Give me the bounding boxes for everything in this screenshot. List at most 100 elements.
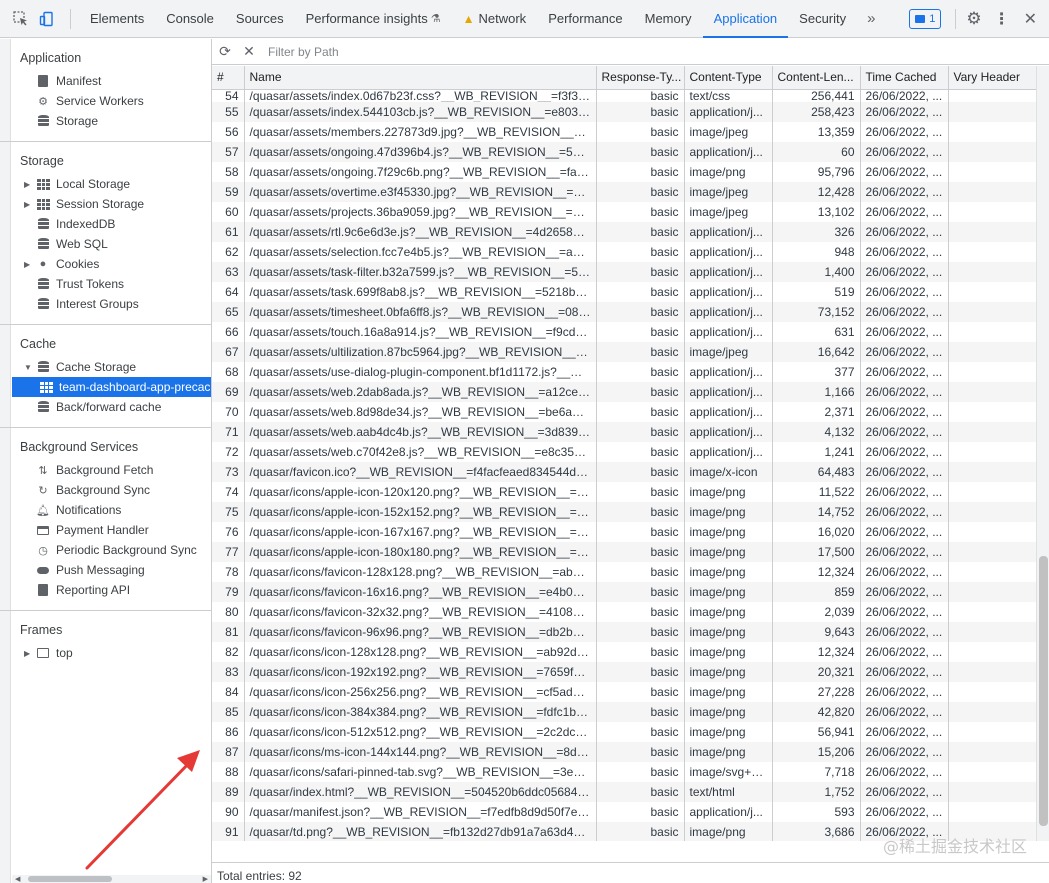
table-row[interactable]: 65/quasar/assets/timesheet.0bfa6ff8.js?_… — [212, 301, 1037, 322]
cell-content-length: 948 — [772, 241, 861, 262]
table-row[interactable]: 82/quasar/icons/icon-128x128.png?__WB_RE… — [212, 641, 1037, 662]
table-row[interactable]: 85/quasar/icons/icon-384x384.png?__WB_RE… — [212, 701, 1037, 722]
sidebar-item-storage[interactable]: Storage — [12, 111, 211, 131]
tab-elements[interactable]: Elements — [79, 0, 155, 38]
table-row[interactable]: 62/quasar/assets/selection.fcc7e4b5.js?_… — [212, 241, 1037, 262]
sidebar-item-push-messaging[interactable]: Push Messaging — [12, 560, 211, 580]
cell-content-type: image/svg+x... — [684, 761, 773, 782]
tab-security[interactable]: Security — [788, 0, 857, 38]
table-row[interactable]: 69/quasar/assets/web.2dab8ada.js?__WB_RE… — [212, 381, 1037, 402]
table-row[interactable]: 57/quasar/assets/ongoing.47d396b4.js?__W… — [212, 141, 1037, 162]
table-row[interactable]: 71/quasar/assets/web.aab4dc4b.js?__WB_RE… — [212, 421, 1037, 442]
table-row[interactable]: 90/quasar/manifest.json?__WB_REVISION__=… — [212, 801, 1037, 822]
table-row[interactable]: 63/quasar/assets/task-filter.b32a7599.js… — [212, 261, 1037, 282]
table-row[interactable]: 81/quasar/icons/favicon-96x96.png?__WB_R… — [212, 621, 1037, 642]
table-row[interactable]: 84/quasar/icons/icon-256x256.png?__WB_RE… — [212, 681, 1037, 702]
table-row[interactable]: 60/quasar/assets/projects.36ba9059.jpg?_… — [212, 201, 1037, 222]
table-row[interactable]: 86/quasar/icons/icon-512x512.png?__WB_RE… — [212, 721, 1037, 742]
cell-vary-header — [948, 461, 1037, 482]
column-header-content-length[interactable]: Content-Len... — [772, 66, 861, 90]
sidebar-item-trust-tokens[interactable]: Trust Tokens — [12, 274, 211, 294]
sidebar-item-precache[interactable]: team-dashboard-app-precache — [12, 377, 211, 397]
column-header-vary-header[interactable]: Vary Header — [948, 66, 1037, 90]
sidebar-item-top-frame[interactable]: ▶ top — [12, 643, 211, 663]
scroll-right-icon[interactable]: ▶ — [203, 875, 208, 883]
sidebar-item-cookies[interactable]: ▶ ● Cookies — [12, 254, 211, 274]
table-row[interactable]: 80/quasar/icons/favicon-32x32.png?__WB_R… — [212, 601, 1037, 622]
triangle-down-icon[interactable]: ▼ — [24, 363, 34, 372]
table-row[interactable]: 87/quasar/icons/ms-icon-144x144.png?__WB… — [212, 741, 1037, 762]
clear-icon[interactable]: ✕ — [238, 43, 260, 60]
scroll-left-icon[interactable]: ◀ — [15, 875, 20, 883]
tab-memory[interactable]: Memory — [634, 0, 703, 38]
device-toolbar-button[interactable] — [36, 8, 58, 30]
table-vertical-scrollbar[interactable] — [1036, 66, 1049, 841]
tab-network[interactable]: ▲ Network — [452, 0, 538, 38]
sidebar-item-notifications[interactable]: 🔔︎ Notifications — [12, 500, 211, 520]
table-row[interactable]: 66/quasar/assets/touch.16a8a914.js?__WB_… — [212, 321, 1037, 342]
column-header-response-type[interactable]: Response-Ty... — [596, 66, 685, 90]
table-row[interactable]: 61/quasar/assets/rtl.9c6e6d3e.js?__WB_RE… — [212, 221, 1037, 242]
table-row[interactable]: 74/quasar/icons/apple-icon-120x120.png?_… — [212, 481, 1037, 502]
table-row[interactable]: 56/quasar/assets/members.227873d9.jpg?__… — [212, 121, 1037, 142]
sidebar-item-background-fetch[interactable]: ⇅ Background Fetch — [12, 460, 211, 480]
triangle-right-icon[interactable]: ▶ — [24, 260, 34, 269]
column-header-name[interactable]: Name — [244, 66, 597, 90]
table-row[interactable]: 76/quasar/icons/apple-icon-167x167.png?_… — [212, 521, 1037, 542]
sidebar-item-web-sql[interactable]: Web SQL — [12, 234, 211, 254]
table-row[interactable]: 78/quasar/icons/favicon-128x128.png?__WB… — [212, 561, 1037, 582]
close-icon[interactable]: ✕ — [1024, 9, 1037, 29]
sidebar-item-back-forward-cache[interactable]: Back/forward cache — [12, 397, 211, 417]
tab-performance[interactable]: Performance — [537, 0, 633, 38]
filter-by-path-input[interactable] — [260, 40, 1020, 63]
sidebar-item-payment-handler[interactable]: Payment Handler — [12, 520, 211, 540]
sidebar-item-interest-groups[interactable]: Interest Groups — [12, 294, 211, 314]
table-row[interactable]: 55/quasar/assets/index.544103cb.js?__WB_… — [212, 101, 1037, 122]
sidebar-item-local-storage[interactable]: ▶ Local Storage — [12, 174, 211, 194]
table-row[interactable]: 54/quasar/assets/index.0d67b23f.css?__WB… — [212, 89, 1037, 102]
sidebar-item-manifest[interactable]: Manifest — [12, 71, 211, 91]
tab-console[interactable]: Console — [155, 0, 225, 38]
table-row[interactable]: 70/quasar/assets/web.8d98de34.js?__WB_RE… — [212, 401, 1037, 422]
sidebar-item-service-workers[interactable]: ⚙ Service Workers — [12, 91, 211, 111]
tab-sources[interactable]: Sources — [225, 0, 295, 38]
table-row[interactable]: 79/quasar/icons/favicon-16x16.png?__WB_R… — [212, 581, 1037, 602]
sidebar-item-periodic-background-sync[interactable]: ◷ Periodic Background Sync — [12, 540, 211, 560]
scrollbar-thumb[interactable] — [1039, 556, 1048, 826]
table-row[interactable]: 58/quasar/assets/ongoing.7f29c6b.png?__W… — [212, 161, 1037, 182]
table-row[interactable]: 68/quasar/assets/use-dialog-plugin-compo… — [212, 361, 1037, 382]
inspect-element-button[interactable] — [10, 8, 32, 30]
table-row[interactable]: 77/quasar/icons/apple-icon-180x180.png?_… — [212, 541, 1037, 562]
messages-badge[interactable]: 1 — [909, 9, 942, 29]
triangle-right-icon[interactable]: ▶ — [24, 180, 34, 189]
table-row[interactable]: 88/quasar/icons/safari-pinned-tab.svg?__… — [212, 761, 1037, 782]
triangle-right-icon[interactable]: ▶ — [24, 200, 34, 209]
cell-response-type: basic — [596, 89, 685, 102]
table-row[interactable]: 64/quasar/assets/task.699f8ab8.js?__WB_R… — [212, 281, 1037, 302]
column-header-time-cached[interactable]: Time Cached — [860, 66, 949, 90]
table-row[interactable]: 59/quasar/assets/overtime.e3f45330.jpg?_… — [212, 181, 1037, 202]
table-row[interactable]: 72/quasar/assets/web.c70f42e8.js?__WB_RE… — [212, 441, 1037, 462]
refresh-icon[interactable]: ⟳ — [212, 43, 238, 60]
scrollbar-thumb[interactable] — [28, 876, 112, 882]
gear-icon[interactable]: ⚙ — [966, 9, 981, 29]
table-row[interactable]: 67/quasar/assets/ultilization.87bc5964.j… — [212, 341, 1037, 362]
tab-application[interactable]: Application — [702, 0, 789, 38]
kebab-menu-icon[interactable]: ⋮ — [994, 9, 1010, 29]
table-row[interactable]: 83/quasar/icons/icon-192x192.png?__WB_RE… — [212, 661, 1037, 682]
sidebar-item-cache-storage[interactable]: ▼ Cache Storage — [12, 357, 211, 377]
sidebar-item-reporting-api[interactable]: Reporting API — [12, 580, 211, 600]
triangle-right-icon[interactable]: ▶ — [24, 649, 34, 658]
sidebar-item-session-storage[interactable]: ▶ Session Storage — [12, 194, 211, 214]
toolbar-separator — [955, 9, 957, 29]
tab-performance-insights[interactable]: Performance insights ⚗ — [295, 0, 452, 38]
table-row[interactable]: 75/quasar/icons/apple-icon-152x152.png?_… — [212, 501, 1037, 522]
table-row[interactable]: 73/quasar/favicon.ico?__WB_REVISION__=f4… — [212, 461, 1037, 482]
sidebar-item-indexeddb[interactable]: IndexedDB — [12, 214, 211, 234]
table-row[interactable]: 89/quasar/index.html?__WB_REVISION__=504… — [212, 781, 1037, 802]
column-header-index[interactable]: # — [212, 66, 245, 90]
sidebar-item-background-sync[interactable]: ↻ Background Sync — [12, 480, 211, 500]
sidebar-horizontal-scrollbar[interactable]: ◀ ▶ — [12, 875, 211, 883]
column-header-content-type[interactable]: Content-Type — [684, 66, 773, 90]
more-tabs-button[interactable]: » — [857, 0, 885, 38]
